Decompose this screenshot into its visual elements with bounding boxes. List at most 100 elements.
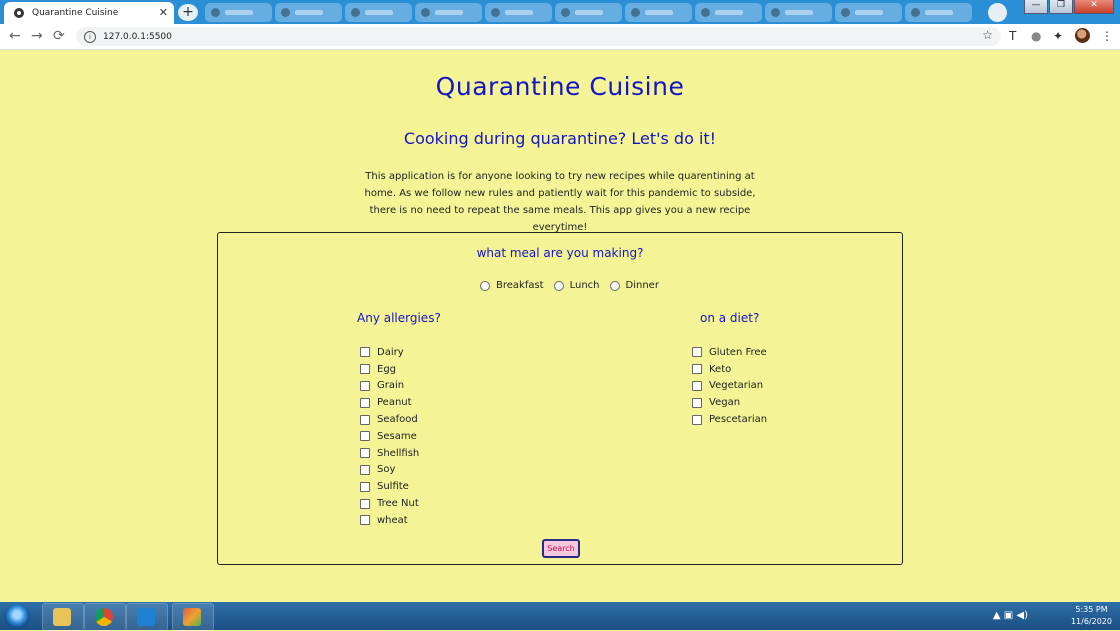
tab-quarantine-cuisine[interactable]: Quarantine Cuisine ✕ bbox=[4, 2, 174, 24]
radio-label-lunch[interactable]: Lunch bbox=[570, 280, 600, 291]
background-tab[interactable] bbox=[905, 3, 972, 22]
allergy-checkbox[interactable] bbox=[360, 431, 370, 442]
url-text[interactable]: 127.0.0.1:5500 bbox=[103, 32, 172, 42]
allergy-item[interactable]: Soy bbox=[360, 462, 419, 479]
window-close-button[interactable]: ✕ bbox=[1074, 0, 1114, 14]
page-description: This application is for anyone looking t… bbox=[364, 171, 756, 233]
diet-label[interactable]: Vegan bbox=[709, 397, 740, 408]
allergy-item[interactable]: Sesame bbox=[360, 428, 419, 445]
background-tab[interactable] bbox=[275, 3, 342, 22]
background-tab[interactable] bbox=[765, 3, 832, 22]
diet-label[interactable]: Pescetarian bbox=[709, 414, 767, 425]
allergy-checkbox[interactable] bbox=[360, 397, 370, 408]
allergy-checkbox[interactable] bbox=[360, 448, 370, 459]
reload-icon[interactable]: ⟳ bbox=[53, 28, 65, 44]
bookmark-star-icon[interactable]: ☆ bbox=[982, 28, 993, 42]
taskbar-chrome[interactable] bbox=[84, 603, 126, 631]
diet-checkbox[interactable] bbox=[692, 414, 702, 425]
tab-favicon-icon bbox=[281, 8, 290, 17]
diet-list: Gluten Free Keto Vegetarian Vegan Pescet… bbox=[692, 344, 767, 428]
allergy-label[interactable]: wheat bbox=[377, 515, 408, 526]
taskbar-app[interactable] bbox=[172, 603, 214, 631]
diet-item[interactable]: Pescetarian bbox=[692, 411, 767, 428]
diet-label[interactable]: Vegetarian bbox=[709, 380, 763, 391]
browser-toolbar: ← → ⟳ i 127.0.0.1:5500 ☆ T ● ✦ ⋮ bbox=[0, 24, 1120, 50]
allergy-checkbox[interactable] bbox=[360, 364, 370, 375]
background-tab[interactable] bbox=[485, 3, 552, 22]
diet-checkbox[interactable] bbox=[692, 347, 702, 358]
allergy-label[interactable]: Grain bbox=[377, 380, 404, 391]
allergy-checkbox[interactable] bbox=[360, 464, 370, 475]
extension-circle-icon[interactable]: ● bbox=[1031, 29, 1041, 43]
allergy-checkbox[interactable] bbox=[360, 498, 370, 509]
radio-breakfast[interactable] bbox=[480, 280, 490, 291]
allergy-label[interactable]: Shellfish bbox=[377, 448, 419, 459]
profile-icon[interactable] bbox=[988, 3, 1007, 22]
allergy-label[interactable]: Sulfite bbox=[377, 481, 409, 492]
address-bar[interactable]: i 127.0.0.1:5500 ☆ bbox=[76, 27, 1001, 46]
user-avatar[interactable] bbox=[1075, 28, 1090, 43]
diet-checkbox[interactable] bbox=[692, 364, 702, 375]
forward-icon[interactable]: → bbox=[31, 28, 43, 44]
allergy-item[interactable]: Tree Nut bbox=[360, 495, 419, 512]
back-icon[interactable]: ← bbox=[9, 28, 21, 44]
background-tab[interactable] bbox=[625, 3, 692, 22]
menu-kebab-icon[interactable]: ⋮ bbox=[1101, 29, 1113, 43]
background-tab[interactable] bbox=[555, 3, 622, 22]
extension-t-icon[interactable]: T bbox=[1009, 29, 1016, 43]
diet-label[interactable]: Keto bbox=[709, 364, 731, 375]
allergy-checkbox[interactable] bbox=[360, 414, 370, 425]
site-info-icon[interactable]: i bbox=[84, 30, 96, 43]
diet-label[interactable]: Gluten Free bbox=[709, 347, 767, 358]
taskbar-vscode[interactable] bbox=[126, 603, 168, 631]
radio-label-breakfast[interactable]: Breakfast bbox=[496, 280, 544, 291]
diet-checkbox[interactable] bbox=[692, 397, 702, 408]
radio-label-dinner[interactable]: Dinner bbox=[626, 280, 659, 291]
background-tab[interactable] bbox=[205, 3, 272, 22]
background-tab[interactable] bbox=[695, 3, 762, 22]
chrome-icon bbox=[95, 608, 113, 626]
allergy-item[interactable]: Seafood bbox=[360, 411, 419, 428]
radio-dinner[interactable] bbox=[609, 280, 620, 291]
allergy-item[interactable]: Dairy bbox=[360, 344, 419, 361]
background-tab[interactable] bbox=[415, 3, 482, 22]
system-tray-icons[interactable]: ▲ ▣ ◀) bbox=[993, 610, 1028, 621]
search-button[interactable]: Search bbox=[542, 539, 580, 558]
allergy-checkbox[interactable] bbox=[360, 515, 370, 526]
radio-lunch[interactable] bbox=[553, 280, 564, 291]
diet-item[interactable]: Vegan bbox=[692, 394, 767, 411]
close-tab-icon[interactable]: ✕ bbox=[159, 6, 168, 19]
diet-item[interactable]: Vegetarian bbox=[692, 378, 767, 395]
minimize-button[interactable]: — bbox=[1024, 0, 1048, 14]
background-tab[interactable] bbox=[345, 3, 412, 22]
allergy-label[interactable]: Tree Nut bbox=[377, 498, 419, 509]
allergy-checkbox[interactable] bbox=[360, 347, 370, 358]
diet-checkbox[interactable] bbox=[692, 380, 702, 391]
allergy-item[interactable]: Egg bbox=[360, 361, 419, 378]
background-tab[interactable] bbox=[835, 3, 902, 22]
allergy-item[interactable]: Sulfite bbox=[360, 478, 419, 495]
allergy-label[interactable]: Soy bbox=[377, 464, 395, 475]
allergy-item[interactable]: Peanut bbox=[360, 394, 419, 411]
allergy-checkbox[interactable] bbox=[360, 380, 370, 391]
allergy-item[interactable]: Grain bbox=[360, 378, 419, 395]
tab-title: Quarantine Cuisine bbox=[32, 8, 119, 18]
allergy-label[interactable]: Dairy bbox=[377, 347, 404, 358]
allergy-item[interactable]: wheat bbox=[360, 512, 419, 529]
allergy-label[interactable]: Sesame bbox=[377, 431, 417, 442]
restore-button[interactable]: ❐ bbox=[1049, 0, 1073, 14]
extensions-puzzle-icon[interactable]: ✦ bbox=[1053, 29, 1063, 43]
allergy-item[interactable]: Shellfish bbox=[360, 445, 419, 462]
windows-start-icon[interactable] bbox=[4, 604, 30, 628]
allergy-label[interactable]: Seafood bbox=[377, 414, 418, 425]
allergies-list: Dairy Egg Grain Peanut Seafood Sesame Sh… bbox=[360, 344, 419, 529]
allergy-label[interactable]: Peanut bbox=[377, 397, 412, 408]
diet-item[interactable]: Gluten Free bbox=[692, 344, 767, 361]
allergy-label[interactable]: Egg bbox=[377, 364, 396, 375]
page-title: Quarantine Cuisine bbox=[435, 72, 685, 101]
diet-item[interactable]: Keto bbox=[692, 361, 767, 378]
allergy-checkbox[interactable] bbox=[360, 481, 370, 492]
taskbar-explorer[interactable] bbox=[42, 603, 84, 631]
clock[interactable]: 5:35 PM 11/6/2020 bbox=[1071, 604, 1112, 628]
new-tab-button[interactable]: + bbox=[178, 4, 198, 21]
